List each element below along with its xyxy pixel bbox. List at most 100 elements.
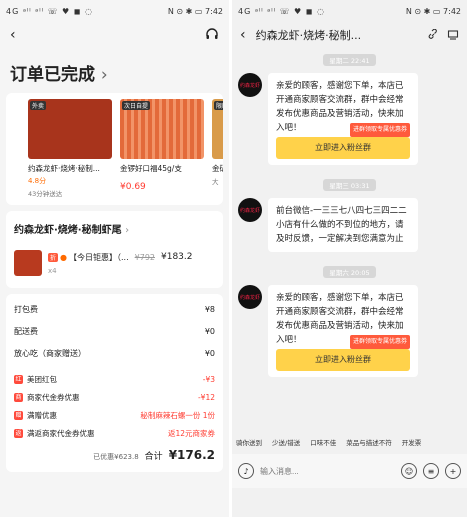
fee-label: 放心吃（商家赠送）	[14, 348, 86, 358]
fee-value: ¥0	[204, 348, 215, 358]
product-carousel[interactable]: 外卖 约森龙虾·烧烤·秘制... 4.8分 43分钟送达 次日自提 金锣好口福4…	[6, 93, 223, 205]
message-input[interactable]	[260, 466, 395, 476]
chat-message: 约森龙虾 亲爱的顾客，感谢您下单，本店已开通商家顾客交流群，群中会经常发布优惠商…	[232, 73, 467, 165]
message-bubble: 亲爱的顾客，感谢您下单，本店已开通商家顾客交流群，群中会经常发布优惠商品及营销活…	[268, 285, 418, 377]
discount-row: 赠满赠优惠 秘制麻辣石螺一份 1份	[6, 406, 223, 424]
chat-timestamp: 星期六 20:05	[232, 260, 467, 279]
discount-row: 红美团红包 -¥3	[6, 370, 223, 388]
voice-icon[interactable]: ♪	[238, 463, 254, 479]
total-label: 合计	[144, 452, 163, 462]
product-card[interactable]: 外卖 约森龙虾·烧烤·秘制... 4.8分 43分钟送达	[28, 99, 112, 199]
product-image: 限时	[212, 99, 223, 159]
back-button[interactable]: ‹	[240, 27, 246, 43]
join-group-button[interactable]: 立即进入粉丝群	[276, 137, 410, 159]
gift-icon: 赠	[14, 410, 23, 420]
signal-indicators: 4G ᵃˡˡ ᵃˡˡ ☏ ♥ ◼ ◌	[238, 6, 325, 16]
product-tag: 外卖	[30, 101, 47, 110]
message-bubble: 前台微信-一三三七八四七三四二二 小店有什么做的不到位的地方，请及时反馈，一定解…	[268, 198, 418, 252]
chat-header: ‹ 约森龙虾·烧烤·秘制...	[232, 22, 467, 48]
chat-timestamp: 星期二 22:41	[232, 48, 467, 67]
fee-row: 放心吃（商家赠送） ¥0	[6, 342, 223, 364]
item-price: ¥183.2	[161, 252, 193, 262]
menu-icon[interactable]: ≡	[423, 463, 439, 479]
order-status-text: 订单已完成	[10, 65, 95, 85]
discount-row: 商商家代金券优惠 -¥12	[6, 388, 223, 406]
quick-replies: 骑你送到 少送/错送 口味不佳 菜品与描述不符 开发票	[232, 432, 467, 452]
fee-value: ¥0	[204, 326, 215, 336]
item-quantity: x4	[48, 266, 57, 275]
coupon-tag: 进群领取专属优惠券	[349, 335, 410, 349]
status-bar: 4G ᵃˡˡ ᵃˡˡ ☏ ♥ ◼ ◌ N ⊙ ✱ ▭ 7:42	[232, 0, 467, 22]
fee-label: 打包费	[14, 304, 38, 314]
quick-reply[interactable]: 骑你送到	[236, 437, 262, 447]
discount-label: 商家代金券优惠	[27, 392, 80, 402]
fee-row: 打包费 ¥8	[6, 298, 223, 320]
status-right: N ⊙ ✱ ▭ 7:42	[405, 6, 461, 16]
fee-value: ¥8	[204, 304, 215, 314]
link-icon[interactable]	[427, 29, 439, 41]
product-image: 次日自提	[120, 99, 204, 159]
discount-value: -¥12	[197, 392, 215, 402]
coupon-tag: 进群领取专属优惠券	[349, 123, 410, 137]
fee-label: 配送费	[14, 326, 38, 336]
item-name: 【今日钜惠】（...	[69, 252, 129, 262]
quick-reply[interactable]: 口味不佳	[310, 437, 336, 447]
discount-label: 满返商家代金券优惠	[27, 428, 95, 438]
product-card[interactable]: 次日自提 金锣好口福45g/支 ¥0.69	[120, 99, 204, 199]
chat-screen: 4G ᵃˡˡ ᵃˡˡ ☏ ♥ ◼ ◌ N ⊙ ✱ ▭ 7:42 ‹ 约森龙虾·烧…	[232, 0, 467, 517]
order-items-card: 约森龙虾·烧烤·秘制虾尾 › 折 ● 【今日钜惠】（... ¥792 ¥183.…	[6, 211, 223, 288]
order-status-title[interactable]: 订单已完成 ›	[0, 48, 229, 93]
product-delivery-time: 43分钟送达	[28, 190, 63, 198]
shop-avatar[interactable]: 约森龙虾	[238, 198, 262, 222]
item-original-price: ¥792	[134, 252, 155, 262]
quick-reply[interactable]: 少送/错送	[272, 437, 300, 447]
quick-reply[interactable]: 开发票	[402, 437, 422, 447]
signal-indicators: 4G ᵃˡˡ ᵃˡˡ ☏ ♥ ◼ ◌	[6, 6, 93, 16]
product-name: 金锣好口福45g/支	[120, 164, 182, 173]
chat-message: 约森龙虾 前台微信-一三三七八四七三四二二 小店有什么做的不到位的地方，请及时反…	[232, 198, 467, 252]
product-name: 金矿	[212, 164, 223, 173]
product-rating: 4.8分	[28, 177, 47, 185]
shop-name-row[interactable]: 约森龙虾·烧烤·秘制虾尾 ›	[6, 211, 223, 246]
add-icon[interactable]: +	[445, 463, 461, 479]
return-coupon-icon: 返	[14, 428, 23, 438]
item-image	[14, 250, 42, 276]
product-card[interactable]: 限时 金矿 大	[212, 99, 223, 199]
status-bar: 4G ᵃˡˡ ᵃˡˡ ☏ ♥ ◼ ◌ N ⊙ ✱ ▭ 7:42	[0, 0, 229, 22]
chat-timestamp: 星期三 03:31	[232, 173, 467, 192]
order-detail-screen: 4G ᵃˡˡ ᵃˡˡ ☏ ♥ ◼ ◌ N ⊙ ✱ ▭ 7:42 ‹ 订单已完成 …	[0, 0, 229, 517]
order-item[interactable]: 折 ● 【今日钜惠】（... ¥792 ¥183.2 x4	[6, 246, 223, 288]
chevron-right-icon: ›	[100, 65, 108, 85]
shop-name: 约森龙虾·烧烤·秘制虾尾	[14, 225, 122, 236]
chevron-right-icon: ›	[125, 225, 130, 236]
product-tag: 限时	[214, 101, 223, 110]
store-icon[interactable]	[447, 29, 459, 41]
recommend-card: 外卖 约森龙虾·烧烤·秘制... 4.8分 43分钟送达 次日自提 金锣好口福4…	[6, 93, 223, 205]
product-image: 外卖	[28, 99, 112, 159]
chat-message: 约森龙虾 亲爱的顾客，感谢您下单，本店已开通商家顾客交流群，群中会经常发布优惠商…	[232, 285, 467, 377]
discount-label: 满赠优惠	[27, 410, 57, 420]
shop-avatar[interactable]: 约森龙虾	[238, 285, 262, 309]
fees-card: 打包费 ¥8 配送费 ¥0 放心吃（商家赠送） ¥0 红美团红包 -¥3 商商家…	[6, 294, 223, 472]
fee-row: 配送费 ¥0	[6, 320, 223, 342]
headset-icon[interactable]	[205, 28, 219, 42]
product-sub: 大	[212, 178, 219, 186]
order-total: 已优惠¥623.8 合计 ¥176.2	[6, 442, 223, 468]
discount-value: 返12元商家券	[167, 428, 215, 438]
back-button[interactable]: ‹	[10, 27, 16, 43]
chat-title: 约森龙虾·烧烤·秘制...	[255, 29, 362, 42]
discount-row: 返满返商家代金券优惠 返12元商家券	[6, 424, 223, 442]
join-group-button[interactable]: 立即进入粉丝群	[276, 349, 410, 371]
total-amount: ¥176.2	[168, 448, 215, 462]
discount-badge: 折	[48, 252, 59, 262]
message-text: 前台微信-一三三七八四七三四二二 小店有什么做的不到位的地方，请及时反馈，一定解…	[276, 206, 407, 244]
shop-avatar[interactable]: 约森龙虾	[238, 73, 262, 97]
discount-label: 美团红包	[27, 374, 57, 384]
top-nav: ‹	[0, 22, 229, 48]
emoji-icon[interactable]: ☺	[401, 463, 417, 479]
coupon-icon: 商	[14, 392, 23, 402]
discount-value: 秘制麻辣石螺一份 1份	[140, 410, 215, 420]
fire-icon: ●	[60, 252, 67, 262]
quick-reply[interactable]: 菜品与描述不符	[346, 437, 392, 447]
product-tag: 次日自提	[122, 101, 151, 110]
